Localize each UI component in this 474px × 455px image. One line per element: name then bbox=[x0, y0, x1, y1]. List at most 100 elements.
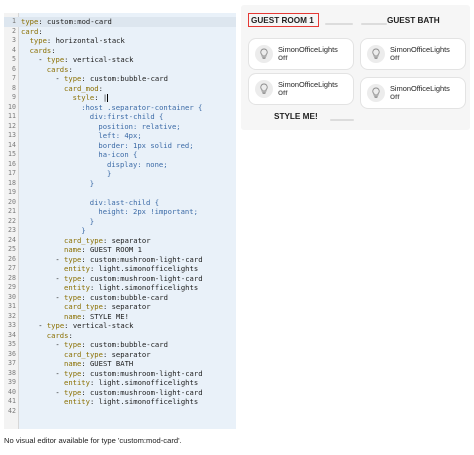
line-number: 40 bbox=[8, 387, 16, 396]
code-line[interactable]: 40 - type: custom:mushroom-light-card bbox=[4, 388, 236, 398]
line-number: 7 bbox=[12, 74, 16, 82]
light-state: Off bbox=[390, 55, 400, 62]
code-line[interactable]: 35 - type: custom:bubble-card bbox=[4, 340, 236, 350]
line-number: 24 bbox=[8, 235, 16, 244]
light-card[interactable]: SimonOfficeLights Off bbox=[360, 38, 466, 70]
code-line[interactable]: 28 - type: custom:mushroom-light-card bbox=[4, 274, 236, 284]
line-number: 15 bbox=[8, 150, 16, 158]
card-preview: GUEST ROOM 1 GUEST BATH SimonOfficeLight… bbox=[241, 5, 470, 130]
light-name: SimonOfficeLights bbox=[278, 45, 338, 54]
line-number: 42 bbox=[8, 406, 16, 415]
code-line[interactable]: 3 type: horizontal-stack bbox=[4, 36, 236, 46]
code-line[interactable]: 39 entity: light.simonofficelights bbox=[4, 378, 236, 388]
code-text: left: 4px; bbox=[98, 131, 142, 140]
code-text: card_mod: bbox=[64, 83, 103, 93]
code-text: div:first-child { bbox=[89, 112, 164, 121]
code-line[interactable]: 32 name: STYLE ME! bbox=[4, 312, 236, 322]
code-line[interactable]: 33 - type: vertical-stack bbox=[4, 321, 236, 331]
line-number: 23 bbox=[8, 226, 16, 234]
code-line[interactable]: 2 card: bbox=[4, 27, 236, 37]
code-text: name: GUEST BATH bbox=[64, 359, 134, 368]
separator-line bbox=[330, 119, 354, 121]
code-line[interactable]: 11 div:first-child { bbox=[4, 112, 236, 122]
code-text: card: bbox=[21, 26, 43, 36]
code-line[interactable]: 41 entity: light.simonofficelights bbox=[4, 397, 236, 407]
code-line[interactable]: 36 card_type: separator bbox=[4, 350, 236, 360]
line-number: 5 bbox=[12, 55, 16, 63]
code-line[interactable]: 25 name: GUEST ROOM 1 bbox=[4, 245, 236, 255]
code-line[interactable]: 38 - type: custom:mushroom-light-card bbox=[4, 369, 236, 379]
light-card[interactable]: SimonOfficeLights Off bbox=[360, 77, 466, 109]
code-line[interactable]: 5 - type: vertical-stack bbox=[4, 55, 236, 65]
code-text: - type: custom:mushroom-light-card bbox=[55, 273, 203, 283]
light-card[interactable]: SimonOfficeLights Off bbox=[248, 38, 354, 70]
code-text: entity: light.simonofficelights bbox=[64, 264, 199, 273]
line-number: 32 bbox=[8, 311, 16, 320]
line-number: 9 bbox=[12, 93, 16, 101]
code-text: card_type: separator bbox=[64, 302, 151, 311]
code-line[interactable]: 14 border: 1px solid red; bbox=[4, 141, 236, 151]
separator-style-me: STYLE ME! bbox=[247, 109, 354, 127]
code-line[interactable]: 30 - type: custom:bubble-card bbox=[4, 293, 236, 303]
line-number: 35 bbox=[8, 340, 16, 348]
code-text: display: none; bbox=[107, 159, 168, 169]
line-number: 28 bbox=[8, 273, 16, 282]
code-line[interactable]: 29 entity: light.simonofficelights bbox=[4, 283, 236, 293]
code-line[interactable]: 22} bbox=[4, 217, 236, 227]
line-number: 22 bbox=[8, 216, 16, 225]
code-line[interactable]: 19 bbox=[4, 188, 236, 198]
no-visual-editor-message: No visual editor available for type 'cus… bbox=[4, 436, 182, 445]
code-line[interactable]: 6 cards: bbox=[4, 65, 236, 75]
line-number: 39 bbox=[8, 378, 16, 386]
code-line[interactable]: 8 card_mod: bbox=[4, 84, 236, 94]
light-state: Off bbox=[278, 55, 288, 62]
code-line[interactable]: 9 style: | bbox=[4, 93, 236, 103]
code-line[interactable]: 18} bbox=[4, 179, 236, 189]
code-text: - type: custom:mushroom-light-card bbox=[55, 254, 203, 264]
code-text: ha-icon { bbox=[98, 150, 138, 159]
code-text: } bbox=[81, 226, 86, 235]
line-number: 20 bbox=[8, 197, 16, 206]
code-line[interactable]: 26 - type: custom:mushroom-light-card bbox=[4, 255, 236, 265]
code-line[interactable]: 21 height: 2px !important; bbox=[4, 207, 236, 217]
code-line[interactable]: 13 left: 4px; bbox=[4, 131, 236, 141]
code-line[interactable]: 16 display: none; bbox=[4, 160, 236, 170]
code-line[interactable]: 23} bbox=[4, 226, 236, 236]
text-cursor bbox=[107, 94, 109, 102]
lightbulb-icon bbox=[367, 45, 385, 63]
code-line[interactable]: 27 entity: light.simonofficelights bbox=[4, 264, 236, 274]
yaml-code-editor[interactable]: 1 type: custom:mod-card 2 card: 3 type: horiz… bbox=[4, 13, 236, 429]
code-line[interactable]: 34 cards: bbox=[4, 331, 236, 341]
code-text: cards: bbox=[46, 330, 73, 340]
line-number: 17 bbox=[8, 169, 16, 177]
code-line[interactable]: 4 cards: bbox=[4, 46, 236, 56]
line-number: 27 bbox=[8, 264, 16, 272]
code-text: } bbox=[107, 169, 112, 178]
code-text: type: custom:mod-card bbox=[21, 17, 112, 26]
light-name: SimonOfficeLights bbox=[278, 80, 338, 89]
code-line[interactable]: 12 position: relative; bbox=[4, 122, 236, 132]
light-card[interactable]: SimonOfficeLights Off bbox=[248, 73, 354, 105]
code-text: - type: vertical-stack bbox=[38, 55, 134, 64]
code-line[interactable]: 17} bbox=[4, 169, 236, 179]
line-number: 41 bbox=[8, 397, 16, 405]
lightbulb-icon bbox=[367, 84, 385, 102]
separator-guest-room: GUEST ROOM 1 bbox=[247, 13, 353, 31]
code-line[interactable]: 42 bbox=[4, 407, 236, 417]
code-line[interactable]: 1 type: custom:mod-card bbox=[4, 17, 236, 27]
code-text: cards: bbox=[46, 64, 73, 74]
code-line[interactable]: 24 card_type: separator bbox=[4, 236, 236, 246]
light-name: SimonOfficeLights bbox=[390, 84, 450, 93]
code-line[interactable]: 7 - type: custom:bubble-card bbox=[4, 74, 236, 84]
line-number: 2 bbox=[12, 26, 16, 35]
code-line[interactable]: 15 ha-icon { bbox=[4, 150, 236, 160]
code-line[interactable]: 31 card_type: separator bbox=[4, 302, 236, 312]
lightbulb-icon bbox=[255, 80, 273, 98]
code-text: - type: custom:mushroom-light-card bbox=[55, 387, 203, 397]
separator-title: GUEST ROOM 1 bbox=[251, 16, 314, 25]
line-number: 21 bbox=[8, 207, 16, 215]
code-line[interactable]: 10:host .separator-container { bbox=[4, 103, 236, 113]
code-line[interactable]: 20 div:last-child { bbox=[4, 198, 236, 208]
code-text: } bbox=[89, 178, 95, 188]
code-line[interactable]: 37 name: GUEST BATH bbox=[4, 359, 236, 369]
